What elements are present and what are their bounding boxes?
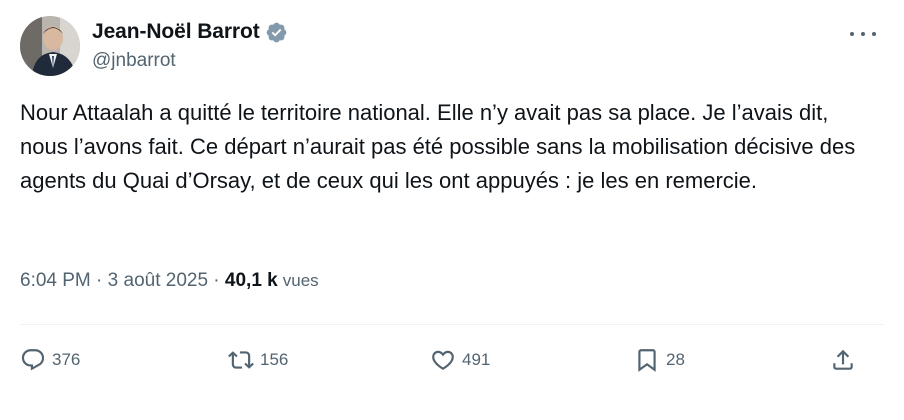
- tweet-text: Nour Attaalah a quitté le territoire nat…: [20, 100, 862, 193]
- bookmark-count: 28: [666, 350, 685, 369]
- retweet-icon: [228, 351, 254, 369]
- more-icon[interactable]: [850, 24, 876, 44]
- author-name[interactable]: Jean-Noël Barrot: [92, 20, 260, 44]
- tweet-date[interactable]: 3 août 2025: [108, 270, 208, 292]
- divider: [20, 324, 884, 325]
- avatar-photo: [20, 16, 80, 76]
- reply-icon: [21, 349, 45, 371]
- reply-count: 376: [52, 350, 81, 369]
- retweet-count: 156: [260, 350, 289, 369]
- action-bar: 376 156 491 28: [20, 340, 884, 380]
- tweet-time[interactable]: 6:04 PM: [20, 270, 91, 292]
- like-count: 491: [462, 350, 491, 369]
- meta-separator: ·: [90, 270, 108, 291]
- verified-badge-icon: [265, 21, 288, 44]
- views-label: vues: [282, 271, 319, 290]
- more-dot: [861, 32, 865, 36]
- author-handle[interactable]: @jnbarrot: [92, 50, 176, 72]
- avatar[interactable]: [20, 16, 80, 76]
- bookmark-icon: [638, 349, 656, 372]
- meta-separator: ·: [208, 270, 225, 291]
- author-name-row: Jean-Noël Barrot: [92, 18, 288, 46]
- more-dot: [850, 32, 854, 36]
- tweet-meta: 6:04 PM · 3 août 2025 · 40,1 k vues: [20, 270, 319, 292]
- like-button[interactable]: 491: [430, 340, 490, 380]
- bookmark-button[interactable]: 28: [634, 340, 685, 380]
- heart-icon: [432, 350, 454, 370]
- share-icon: [833, 349, 853, 370]
- more-dot: [872, 32, 876, 36]
- views-count: 40,1 k: [224, 270, 278, 291]
- reply-button[interactable]: 376: [20, 340, 80, 380]
- tweet-card: Jean-Noël Barrot @jnbarrot Nour Attaalah…: [0, 0, 904, 420]
- retweet-button[interactable]: 156: [228, 340, 288, 380]
- share-button[interactable]: [830, 340, 856, 380]
